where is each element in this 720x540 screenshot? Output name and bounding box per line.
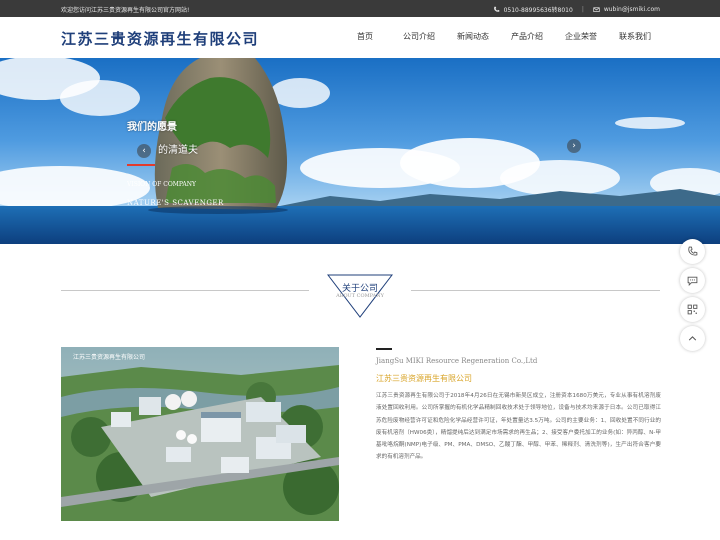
slogan-underline xyxy=(127,164,155,166)
phone-icon xyxy=(688,246,698,256)
side-qrcode-button[interactable] xyxy=(680,297,705,322)
banner-next-button[interactable]: › xyxy=(567,139,581,153)
factory-image xyxy=(61,347,339,521)
side-chat-button[interactable] xyxy=(680,268,705,293)
nav-contact[interactable]: 联系我们 xyxy=(619,31,651,42)
section-dash xyxy=(376,348,392,350)
page: 欢迎您访问江苏三贵资源再生有限公司官方网站! 0510-88995636转801… xyxy=(0,0,720,540)
side-phone-button[interactable] xyxy=(680,239,705,264)
main-nav: 首页 公司介绍 新闻动态 产品介绍 企业荣誉 联系我们 xyxy=(0,31,720,45)
qrcode-icon xyxy=(687,304,698,315)
nav-news[interactable]: 新闻动态 xyxy=(457,31,489,42)
welcome-text: 欢迎您访问江苏三贵资源再生有限公司官方网站! xyxy=(61,7,190,14)
phone-number[interactable]: 0510-88995636转8010 xyxy=(504,5,573,14)
photo-caption: 江苏三贵资源再生有限公司 xyxy=(73,354,146,361)
company-name-en: JiangSu MIKI Resource Regeneration Co.,L… xyxy=(376,357,538,365)
banner-slogan-en2: NATURE'S SCAVENGER xyxy=(127,199,224,207)
banner-prev-button[interactable]: ‹ xyxy=(137,144,151,158)
about-divider-right xyxy=(411,290,660,291)
factory-photo xyxy=(61,347,339,521)
company-name-cn: 江苏三贵资源再生有限公司 xyxy=(376,374,472,383)
chevron-up-icon xyxy=(688,336,697,341)
about-divider-left xyxy=(61,290,309,291)
top-bar: 欢迎您访问江苏三贵资源再生有限公司官方网站! 0510-88995636转801… xyxy=(0,0,720,17)
nav-products[interactable]: 产品介绍 xyxy=(511,31,543,42)
nav-home[interactable]: 首页 xyxy=(357,31,373,42)
about-subtitle: ABOUT COMPANY xyxy=(336,293,384,299)
nav-company-intro[interactable]: 公司介绍 xyxy=(403,31,435,42)
back-to-top-button[interactable] xyxy=(680,326,705,351)
top-contact: 0510-88995636转8010 | wubin@jsmiki.com xyxy=(493,5,660,14)
banner-image xyxy=(0,58,720,244)
nav-honors[interactable]: 企业荣誉 xyxy=(565,31,597,42)
mail-icon xyxy=(593,7,600,12)
chevron-left-icon: ‹ xyxy=(142,146,146,156)
hero-banner xyxy=(0,58,720,244)
chevron-right-icon: › xyxy=(572,141,576,151)
header: 江苏三贵资源再生有限公司 首页 公司介绍 新闻动态 产品介绍 企业荣誉 联系我们 xyxy=(0,17,720,58)
contact-divider: | xyxy=(581,6,584,13)
chat-icon xyxy=(687,276,698,286)
email-link[interactable]: wubin@jsmiki.com xyxy=(604,6,660,13)
banner-slogan-line2: 的清道夫 xyxy=(158,145,198,156)
company-description: 江苏三贵资源再生有限公司于2018年4月26日在无锡市新吴区成立，注册资本168… xyxy=(376,393,661,461)
banner-slogan-en1: VISION OF COMPANY xyxy=(127,181,196,188)
phone-icon xyxy=(493,6,499,12)
banner-slogan-line1: 我们的愿景 xyxy=(127,122,177,133)
